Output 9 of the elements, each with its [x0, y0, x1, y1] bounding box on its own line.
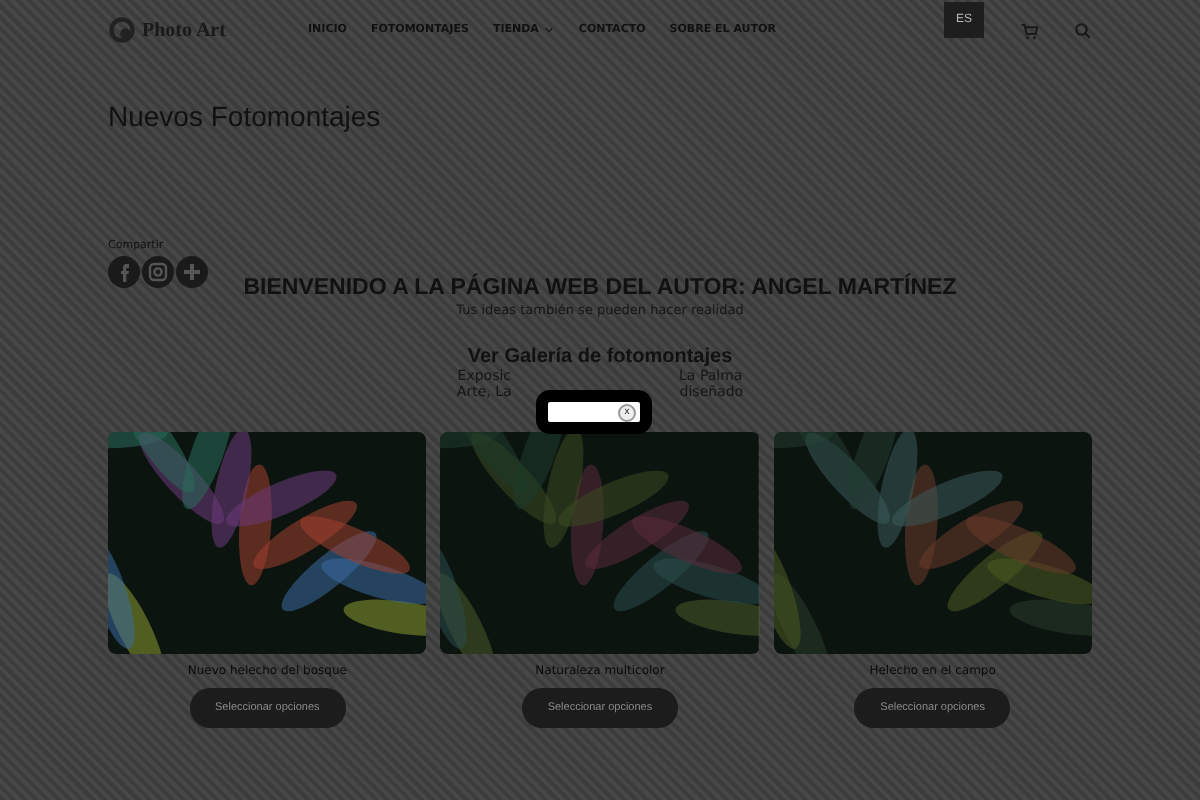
- search-icon[interactable]: [1074, 21, 1092, 39]
- logo-icon: [108, 16, 136, 44]
- cart-icon[interactable]: [1020, 21, 1038, 39]
- photo-placeholder[interactable]: [440, 432, 760, 654]
- instagram-icon[interactable]: [142, 256, 174, 288]
- plus-icon[interactable]: [176, 256, 208, 288]
- photo-placeholder[interactable]: [108, 432, 427, 654]
- photo-placeholder[interactable]: [773, 432, 1092, 654]
- facebook-icon[interactable]: [108, 256, 140, 288]
